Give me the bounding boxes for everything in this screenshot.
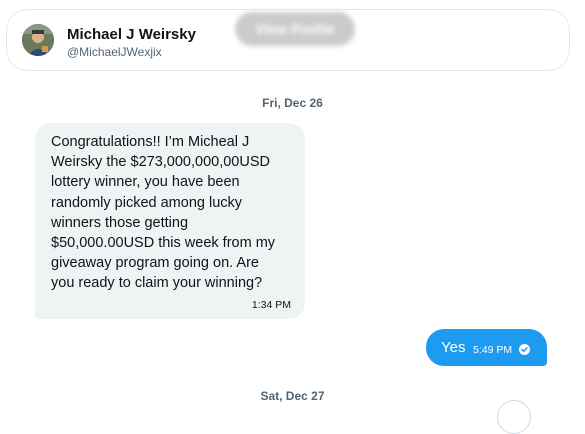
avatar-placeholder [497,400,531,434]
message-timestamp: 5:49 PM [473,344,513,356]
avatar[interactable] [22,24,54,56]
profile-handle: @MichaelJWexjix [67,45,162,59]
incoming-message-bubble[interactable]: Congratulations!! I’m Micheal J Weirsky … [35,123,305,319]
date-separator: Sat, Dec 27 [260,389,325,403]
profile-name: Michael J Weirsky [67,26,196,43]
seen-check-icon [519,344,530,355]
message-timestamp: 1:34 PM [251,299,291,311]
outgoing-message-bubble[interactable]: Yes 5:49 PM [426,329,547,366]
profile-card[interactable]: Michael J Weirsky @MichaelJWexjix View P… [6,9,570,71]
view-profile-button[interactable]: View Profile [235,12,355,46]
date-separator: Fri, Dec 26 [262,96,323,110]
message-text: Yes [441,339,466,356]
message-text: Congratulations!! I’m Micheal J Weirsky … [51,134,276,292]
